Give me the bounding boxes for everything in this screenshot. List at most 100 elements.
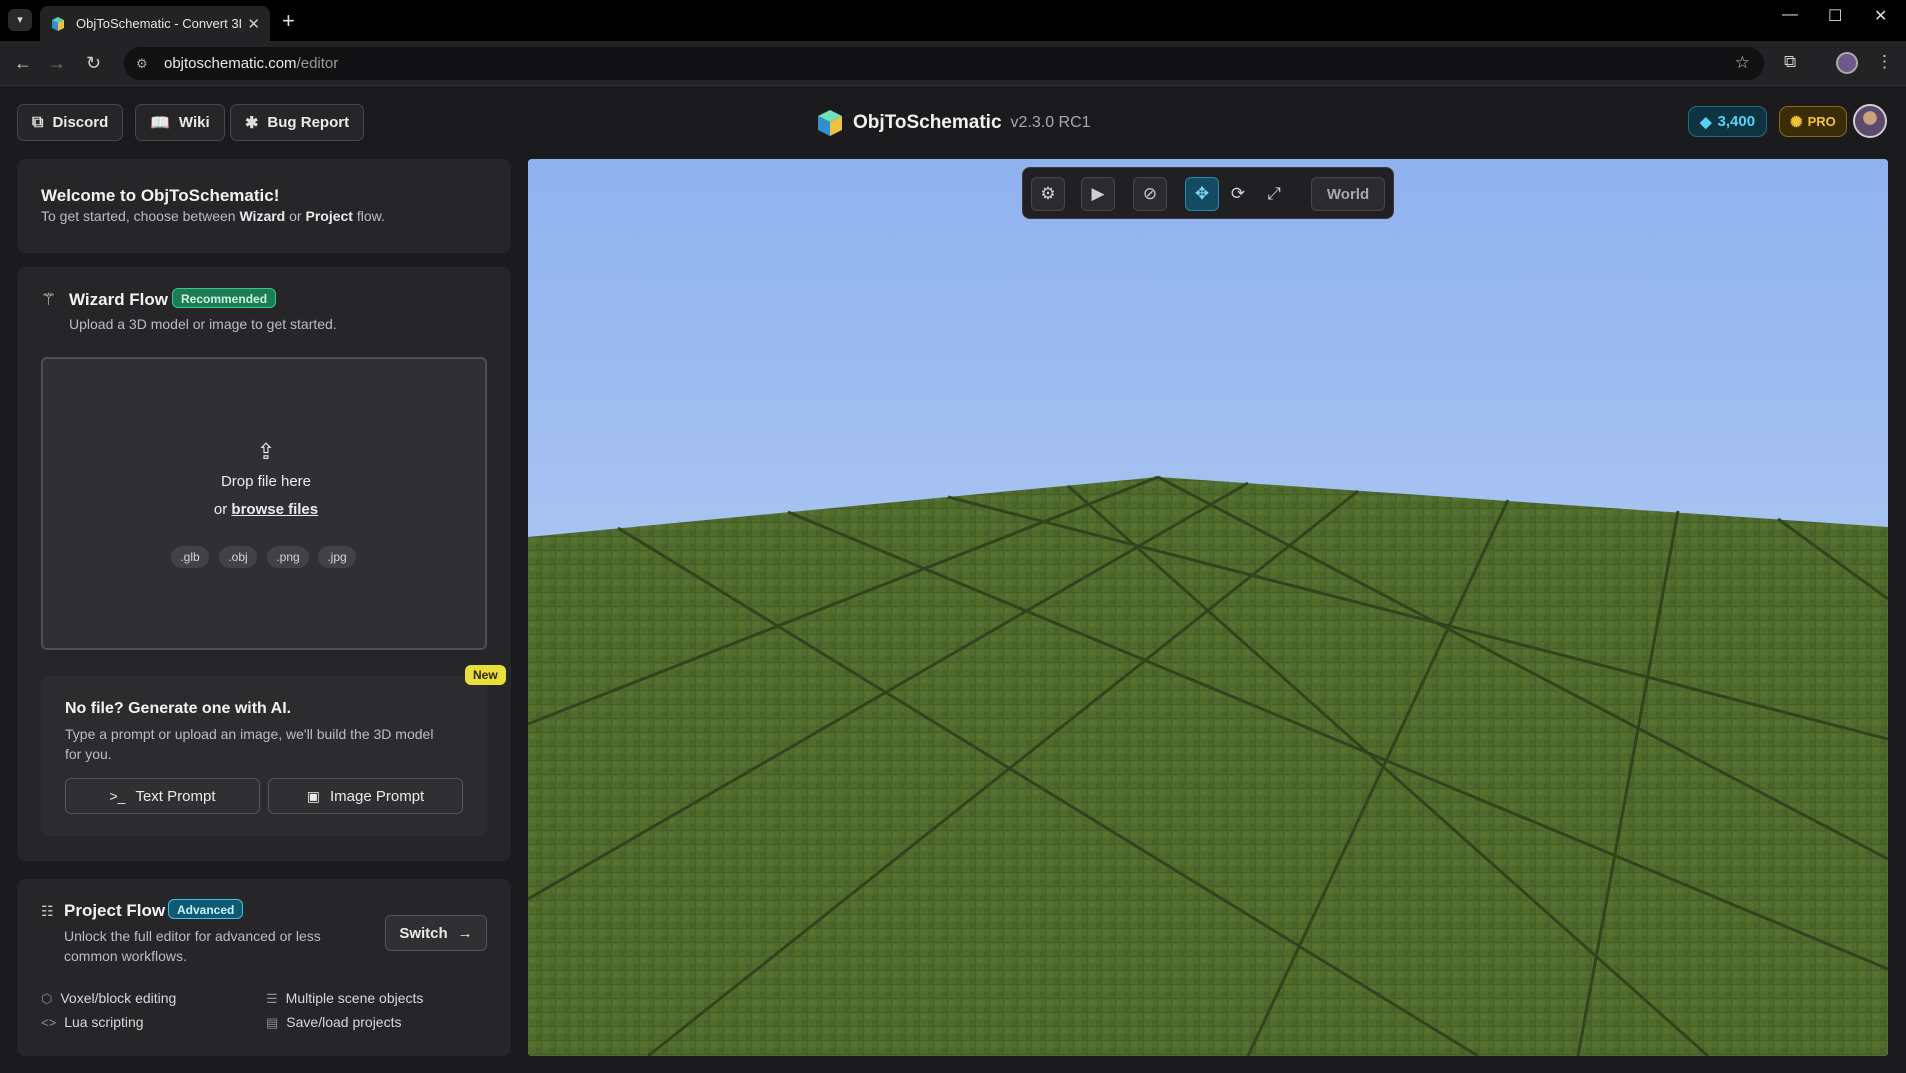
settings-gear-icon[interactable]: ⚙ bbox=[1031, 177, 1065, 211]
text-prompt-button[interactable]: >_ Text Prompt bbox=[65, 778, 260, 814]
drop-file-text: Drop file here bbox=[220, 473, 312, 490]
project-flow-title: Project Flow bbox=[64, 901, 166, 920]
gem-balance-badge[interactable]: ◆ 3,400 bbox=[1688, 106, 1768, 137]
logo-icon bbox=[818, 110, 842, 136]
ext-chip-glb: .glb bbox=[171, 546, 209, 568]
ai-desc-line2: for you. bbox=[65, 746, 112, 762]
terminal-icon: >_ bbox=[109, 788, 126, 804]
welcome-sub-project: Project bbox=[305, 208, 353, 224]
pro-badge[interactable]: ✺ PRO bbox=[1779, 106, 1847, 137]
image-prompt-button[interactable]: ▣ Image Prompt bbox=[268, 778, 463, 814]
code-icon: <> bbox=[41, 1015, 57, 1030]
welcome-card bbox=[17, 159, 511, 253]
welcome-sub-suffix: flow. bbox=[352, 208, 385, 224]
browse-line: or browse files bbox=[43, 501, 489, 518]
browse-files-link[interactable]: browse files bbox=[231, 501, 318, 518]
project-desc-line1: Unlock the full editor for advanced or l… bbox=[64, 928, 321, 944]
address-bar[interactable]: ⚙ objtoschematic.com/editor ☆ bbox=[124, 47, 1764, 80]
ext-chip-png: .png bbox=[267, 546, 309, 568]
feature-scene-label: Multiple scene objects bbox=[285, 990, 424, 1006]
url-path: /editor bbox=[296, 55, 339, 72]
layers-icon: ☰ bbox=[266, 991, 278, 1006]
image-prompt-label: Image Prompt bbox=[330, 787, 425, 805]
gear-sun-icon: ✺ bbox=[1790, 113, 1803, 131]
ext-chip-obj: .obj bbox=[219, 546, 257, 568]
extensions-icon[interactable]: ⧉ bbox=[1784, 52, 1796, 72]
file-dropzone[interactable]: ⇪ Drop file here or browse files bbox=[41, 357, 487, 650]
pro-label: PRO bbox=[1807, 114, 1836, 129]
feature-voxel: ⬡ Voxel/block editing bbox=[41, 990, 176, 1007]
move-tool-icon[interactable]: ✥ bbox=[1185, 177, 1219, 211]
viewport-toolbar: ⚙ ▶ ⊘ ✥ ⟳ ⤢ World bbox=[1022, 167, 1394, 219]
link-off-icon[interactable]: ⊘ bbox=[1133, 177, 1167, 211]
ai-title: No file? Generate one with AI. bbox=[65, 700, 292, 717]
welcome-sub-or: or bbox=[285, 208, 306, 224]
back-icon[interactable]: ← bbox=[14, 53, 32, 74]
image-icon: ▣ bbox=[306, 787, 320, 804]
tab-list-chevron-icon[interactable]: ▾ bbox=[8, 9, 32, 31]
browser-tabstrip: ▾ ObjToSchematic - Convert 3D m ✕ + — ☐ … bbox=[0, 0, 1906, 41]
rotate-tool-icon[interactable]: ⟳ bbox=[1221, 177, 1255, 211]
feature-lua-label: Lua scripting bbox=[64, 1014, 144, 1030]
gem-count: 3,400 bbox=[1717, 113, 1756, 130]
ai-description: Type a prompt or upload an image, we'll … bbox=[65, 724, 433, 764]
bookmark-star-icon[interactable]: ☆ bbox=[1735, 53, 1750, 73]
site-info-icon[interactable]: ⚙ bbox=[136, 56, 152, 72]
feature-lua: <> Lua scripting bbox=[41, 1014, 144, 1030]
text-prompt-label: Text Prompt bbox=[135, 787, 216, 805]
user-avatar[interactable] bbox=[1853, 104, 1887, 138]
discord-button[interactable]: ⧉ Discord bbox=[17, 104, 124, 141]
forward-icon[interactable]: → bbox=[48, 53, 66, 74]
reload-icon[interactable]: ↻ bbox=[86, 53, 101, 74]
ext-chip-jpg: .jpg bbox=[318, 546, 356, 568]
browser-menu-icon[interactable]: ⋮ bbox=[1876, 52, 1893, 72]
magic-wand-icon: ⚚ bbox=[41, 290, 57, 309]
save-icon: ▤ bbox=[266, 1015, 279, 1030]
recommended-badge: Recommended bbox=[172, 288, 277, 308]
upload-icon: ⇪ bbox=[256, 439, 276, 464]
camera-icon[interactable]: ▶ bbox=[1081, 177, 1115, 211]
url-host: objtoschematic.com bbox=[164, 55, 297, 72]
ai-desc-line1: Type a prompt or upload an image, we'll … bbox=[65, 726, 434, 742]
minimize-icon[interactable]: — bbox=[1782, 6, 1798, 24]
new-tab-icon[interactable]: + bbox=[282, 8, 295, 34]
feature-save-label: Save/load projects bbox=[286, 1014, 402, 1030]
welcome-sub-wizard: Wizard bbox=[239, 208, 286, 224]
viewport-scene bbox=[528, 159, 1888, 1056]
browser-toolbar: ← → ↻ ⚙ objtoschematic.com/editor ☆ ⧉ ⋮ bbox=[0, 41, 1906, 86]
discord-label: Discord bbox=[52, 114, 109, 131]
maximize-icon[interactable]: ☐ bbox=[1828, 6, 1842, 26]
scale-tool-icon[interactable]: ⤢ bbox=[1257, 177, 1291, 211]
welcome-subtitle: To get started, choose between Wizard or… bbox=[41, 208, 385, 224]
external-link-icon: ⧉ bbox=[32, 113, 44, 131]
window-close-icon[interactable]: ✕ bbox=[1874, 6, 1887, 26]
project-desc-line2: common workflows. bbox=[64, 948, 187, 964]
advanced-badge: Advanced bbox=[168, 899, 244, 919]
tab-title: ObjToSchematic - Convert 3D m bbox=[76, 16, 241, 31]
favicon-icon bbox=[52, 16, 64, 31]
arrow-right-icon: → bbox=[457, 924, 473, 942]
browser-tab[interactable]: ObjToSchematic - Convert 3D m ✕ bbox=[40, 6, 270, 41]
world-space-toggle[interactable]: World bbox=[1311, 177, 1385, 211]
welcome-sub-prefix: To get started, choose between bbox=[41, 208, 240, 224]
list-tree-icon: ☷ bbox=[41, 903, 54, 919]
switch-button[interactable]: Switch → bbox=[385, 915, 487, 951]
wizard-subtitle: Upload a 3D model or image to get starte… bbox=[69, 316, 337, 332]
browser-profile-avatar[interactable] bbox=[1836, 52, 1858, 74]
cube-icon: ⬡ bbox=[41, 991, 53, 1006]
3d-viewport[interactable] bbox=[528, 159, 1888, 1056]
app-brand: ObjToSchematic v2.3.0 RC1 bbox=[815, 108, 1091, 138]
app-version: v2.3.0 RC1 bbox=[1010, 114, 1091, 131]
app-name: ObjToSchematic bbox=[853, 112, 1002, 133]
bug-icon: ✱ bbox=[245, 114, 259, 132]
wizard-flow-title: Wizard Flow bbox=[69, 290, 169, 309]
feature-scene-objects: ☰ Multiple scene objects bbox=[266, 990, 423, 1007]
switch-label: Switch bbox=[399, 924, 448, 942]
or-text: or bbox=[213, 501, 232, 518]
tab-close-icon[interactable]: ✕ bbox=[247, 15, 260, 33]
book-icon: 📖 bbox=[150, 114, 170, 132]
welcome-title: Welcome to ObjToSchematic! bbox=[41, 186, 280, 205]
wiki-button[interactable]: 📖 Wiki bbox=[135, 104, 225, 141]
bug-report-button[interactable]: ✱ Bug Report bbox=[230, 104, 365, 141]
project-description: Unlock the full editor for advanced or l… bbox=[64, 926, 321, 966]
